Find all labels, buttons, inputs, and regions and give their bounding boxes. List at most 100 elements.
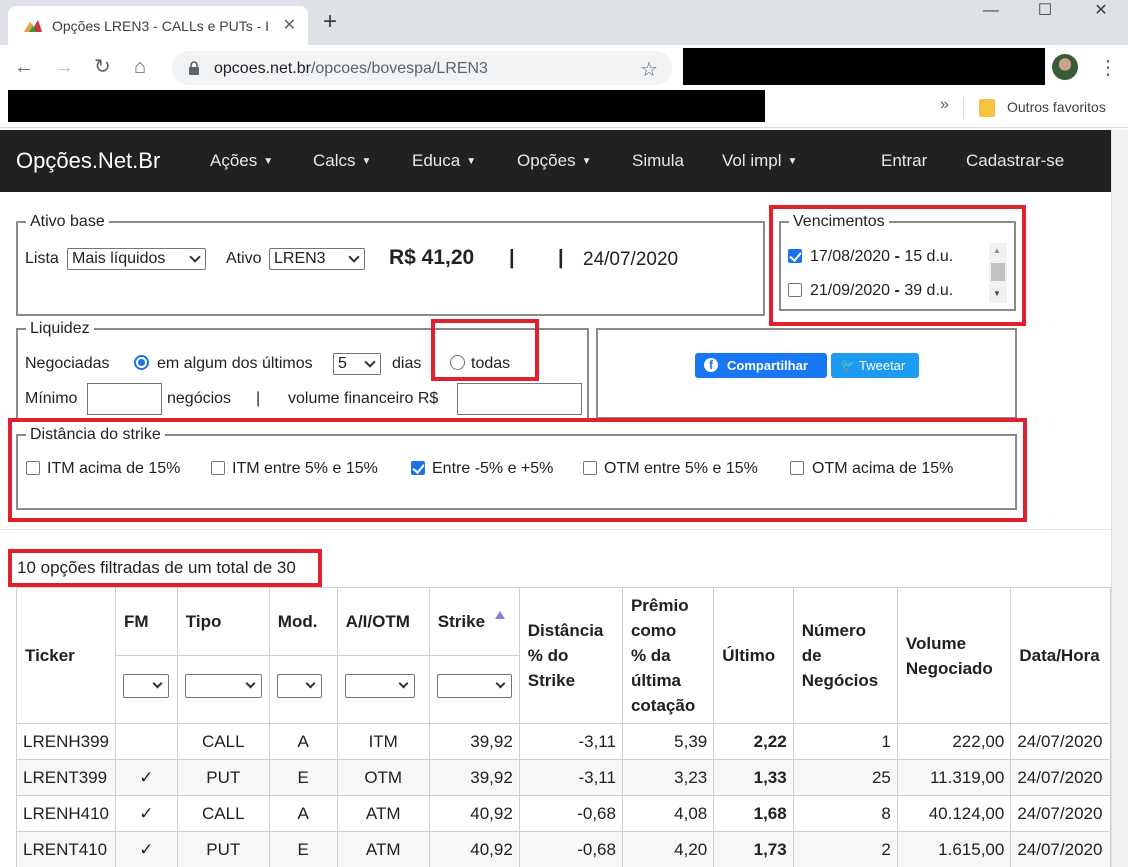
filter-mod — [268, 655, 338, 724]
cell-data: 24/07/2020 — [1010, 759, 1111, 796]
cell-ticker[interactable]: LRENT399 — [16, 759, 116, 796]
minimo-negocios-input[interactable] — [87, 383, 162, 415]
quote-date: 24/07/2020 — [583, 249, 679, 270]
filter-mod-select[interactable] — [276, 674, 322, 698]
ativo-select[interactable]: LREN3 — [269, 248, 365, 270]
header-ultimo[interactable]: Último — [713, 587, 794, 724]
new-tab-icon[interactable]: + — [323, 10, 337, 34]
profile-avatar[interactable] — [1052, 54, 1078, 80]
browser-tab-strip: Opções LREN3 - CALLs e PUTs - I ✕ + — ☐ … — [0, 0, 1128, 45]
filter-fm — [115, 655, 178, 724]
close-window-icon[interactable]: ✕ — [1078, 0, 1124, 30]
highlight-box — [769, 205, 1026, 326]
cell-tipo: PUT — [176, 759, 270, 796]
radio-ultimos-dias[interactable] — [134, 355, 149, 370]
chevron-down-icon — [305, 678, 316, 689]
filter-tipo-select[interactable] — [184, 674, 262, 698]
dias-label: dias — [392, 355, 422, 372]
header-ticker[interactable]: Ticker — [16, 587, 116, 724]
login-link[interactable]: Entrar — [881, 151, 927, 171]
filter-tipo — [176, 655, 270, 724]
url-text: opcoes.net.br/opcoes/bovespa/LREN3 — [214, 60, 488, 77]
header-premio[interactable]: Prêmio como% da última cotação — [621, 587, 715, 724]
nav-simula[interactable]: Simula — [632, 151, 684, 171]
bookmark-star-icon[interactable]: ☆ — [640, 57, 658, 82]
header-data-hora[interactable]: Data/Hora — [1010, 587, 1111, 724]
site-brand[interactable]: Opções.Net.Br — [16, 148, 160, 174]
table-row[interactable]: LRENH410 ✓ CALL A ATM 40,92 -0,68 4,08 1… — [16, 795, 1111, 832]
lista-label: Lista — [25, 250, 59, 267]
header-aiotm[interactable]: A/I/OTM — [336, 587, 430, 656]
header-mod[interactable]: Mod. — [268, 587, 338, 656]
cell-data: 24/07/2020 — [1010, 831, 1111, 867]
cell-premio: 4,20 — [621, 831, 715, 867]
twitter-share-button[interactable]: 🐦 Tweetar — [831, 353, 919, 378]
cell-mod: E — [268, 831, 338, 867]
cell-ticker[interactable]: LRENH410 — [16, 795, 116, 832]
maximize-icon[interactable]: ☐ — [1022, 0, 1068, 30]
divider — [963, 97, 964, 119]
table-row[interactable]: LRENT410 ✓ PUT E ATM 40,92 -0,68 4,20 1,… — [16, 831, 1111, 867]
back-icon[interactable]: ← — [14, 56, 34, 78]
header-volume[interactable]: Volume Negociado — [896, 587, 1012, 724]
filter-strike-select[interactable] — [436, 674, 512, 698]
cell-data: 24/07/2020 — [1010, 795, 1111, 832]
table-row[interactable]: LRENH399 CALL A ITM 39,92 -3,11 5,39 2,2… — [16, 723, 1111, 760]
minimize-icon[interactable]: — — [968, 0, 1014, 30]
forward-icon[interactable]: → — [54, 56, 74, 78]
chevron-down-icon — [189, 251, 201, 263]
cell-aiotm: ATM — [336, 795, 430, 832]
cell-volume: 11.319,00 — [896, 759, 1012, 796]
nav-calcs[interactable]: Calcs ▼ — [313, 151, 371, 171]
sort-asc-icon — [495, 611, 506, 619]
cell-numero: 8 — [792, 795, 898, 832]
cell-strike: 39,92 — [428, 759, 520, 796]
nav-acoes[interactable]: Ações ▼ — [210, 151, 273, 171]
header-numero-negocios[interactable]: Número de Negócios — [792, 587, 898, 724]
cell-distancia: -0,68 — [518, 831, 623, 867]
header-strike[interactable]: Strike — [428, 587, 520, 656]
current-price: R$ 41,20 — [389, 246, 475, 269]
header-tipo[interactable]: Tipo — [176, 587, 270, 656]
bookmark-folder-other[interactable]: Outros favoritos — [1007, 99, 1106, 115]
browser-menu-icon[interactable]: ⋮ — [1098, 55, 1118, 80]
filter-fm-select[interactable] — [123, 674, 169, 698]
cell-mod: A — [268, 723, 338, 760]
page-scrollbar[interactable] — [1111, 130, 1128, 867]
options-table-viewport: Ticker FM Tipo Mod. A/I/OTM Strike Distâ… — [0, 587, 1111, 867]
divider — [0, 529, 1111, 530]
close-tab-icon[interactable]: ✕ — [283, 15, 296, 35]
filter-aiotm-select[interactable] — [344, 674, 415, 698]
header-distancia[interactable]: Distância% do Strike — [518, 587, 623, 724]
cell-ticker[interactable]: LRENT410 — [16, 831, 116, 867]
cell-strike: 39,92 — [428, 723, 520, 760]
more-bookmarks-icon[interactable]: » — [940, 96, 949, 114]
cell-aiotm: OTM — [336, 759, 430, 796]
home-icon[interactable]: ⌂ — [134, 56, 146, 78]
browser-tab[interactable]: Opções LREN3 - CALLs e PUTs - I ✕ — [8, 6, 308, 45]
nav-vol-impl[interactable]: Vol impl ▼ — [722, 151, 797, 171]
cell-tipo: CALL — [176, 723, 270, 760]
separator: | — [256, 390, 261, 407]
dias-select[interactable]: 5 — [333, 353, 381, 375]
separator: | — [558, 247, 564, 269]
twitter-bird-icon: 🐦 — [840, 358, 855, 372]
table-row[interactable]: LRENT399 ✓ PUT E OTM 39,92 -3,11 3,23 1,… — [16, 759, 1111, 796]
caret-down-icon: ▼ — [466, 156, 477, 167]
address-bar[interactable]: opcoes.net.br/opcoes/bovespa/LREN3 ☆ — [172, 51, 672, 85]
cell-ticker[interactable]: LRENH399 — [16, 723, 116, 760]
cell-data: 24/07/2020 — [1010, 723, 1111, 760]
reload-icon[interactable]: ↻ — [94, 56, 111, 78]
chevron-down-icon — [245, 678, 256, 689]
negocios-label: negócios — [167, 390, 232, 407]
chevron-down-icon — [495, 678, 506, 689]
nav-educa[interactable]: Educa ▼ — [412, 151, 476, 171]
cell-premio: 4,08 — [621, 795, 715, 832]
lista-select[interactable]: Mais líquidos — [67, 248, 206, 270]
redacted-area — [8, 90, 765, 122]
volume-financeiro-input[interactable] — [457, 383, 582, 415]
nav-opcoes[interactable]: Opções ▼ — [517, 151, 592, 171]
signup-link[interactable]: Cadastrar-se — [966, 151, 1064, 171]
header-fm[interactable]: FM — [115, 587, 178, 656]
facebook-share-button[interactable]: f Compartilhar — [695, 353, 827, 378]
